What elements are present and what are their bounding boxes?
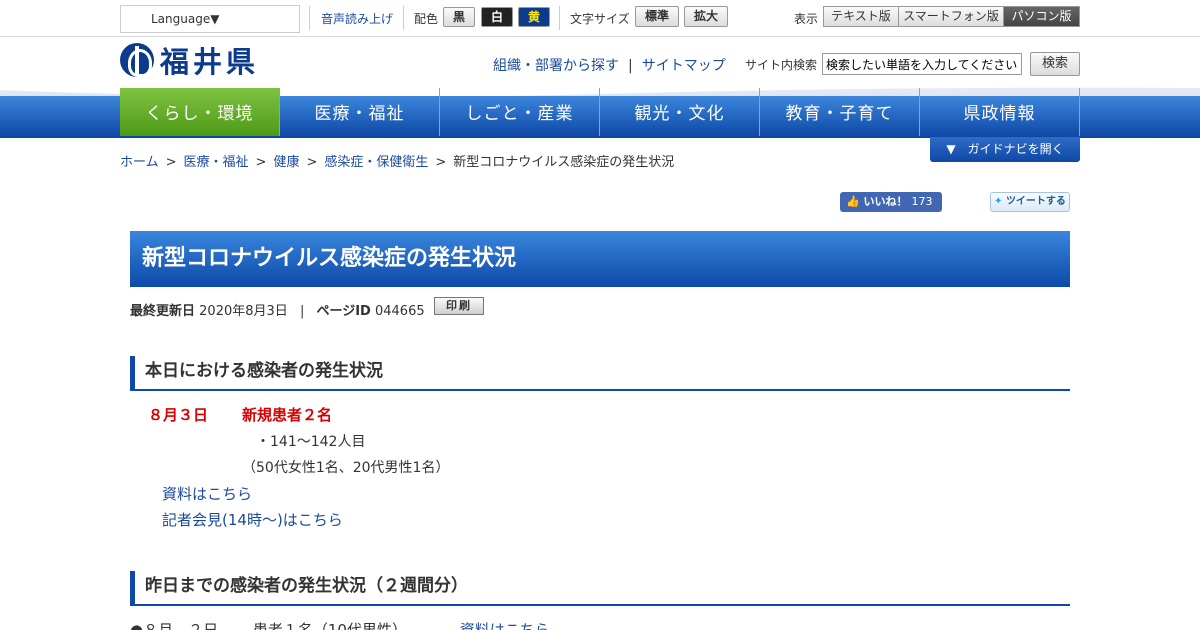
- breadcrumb-infection[interactable]: 感染症・保健衛生: [324, 155, 428, 170]
- tweet-button[interactable]: ✦ ツイートする: [990, 192, 1070, 212]
- font-size-standard-button[interactable]: 標準: [635, 6, 679, 27]
- section-heading-today: 本日における感染者の発生状況: [130, 356, 1070, 391]
- breadcrumb-health[interactable]: 健康: [273, 155, 299, 170]
- color-white-button[interactable]: 白: [481, 7, 513, 27]
- guide-navi-button[interactable]: ▼ ガイドナビを開く: [930, 137, 1080, 162]
- site-search-label: サイト内検索: [745, 58, 818, 72]
- prefecture-emblem-icon: [120, 43, 154, 77]
- site-logo[interactable]: 福井県: [120, 42, 260, 79]
- material-link[interactable]: 資料はこちら: [162, 483, 252, 504]
- section-heading-text: 本日における感染者の発生状況: [145, 361, 383, 381]
- case-detail: （50代女性1名、20代男性1名）: [242, 460, 450, 476]
- case-numbers: ・141～142人目: [256, 434, 366, 450]
- breadcrumb: ホーム > 医療・福祉 > 健康 > 感染症・保健衛生 > 新型コロナウイルス感染症の発生状況: [120, 151, 674, 170]
- new-cases: 新規患者２名: [242, 406, 333, 424]
- pc-version-button[interactable]: パソコン版: [1003, 6, 1080, 27]
- nav-item-living[interactable]: くらし・環境: [120, 88, 279, 136]
- page-title-banner: 新型コロナウイルス感染症の発生状況: [130, 231, 1070, 287]
- breadcrumb-health-welfare[interactable]: 医療・福祉: [184, 155, 249, 170]
- like-count: 173: [911, 195, 933, 208]
- breadcrumb-separator: >: [165, 155, 177, 170]
- tweet-label: ツイートする: [1005, 196, 1066, 207]
- text-version-button[interactable]: テキスト版: [823, 6, 899, 27]
- like-label: いいね！: [863, 195, 908, 208]
- page-id: 044665: [374, 304, 425, 319]
- section-heading-text: 昨日までの感染者の発生状況（２週間分）: [145, 576, 468, 596]
- divider: |: [628, 58, 633, 74]
- page-title: 新型コロナウイルス感染症の発生状況: [142, 246, 517, 271]
- font-size-large-button[interactable]: 拡大: [684, 6, 728, 27]
- press-conference-link[interactable]: 記者会見(14時～)はこちら: [162, 509, 343, 530]
- color-yellow-button[interactable]: 黄: [518, 7, 550, 27]
- smartphone-version-button[interactable]: スマートフォン版: [898, 6, 1004, 27]
- font-size-label: 文字サイズ: [570, 12, 630, 26]
- dept-search-link[interactable]: 組織・部署から探す: [493, 58, 619, 74]
- header-links: 組織・部署から探す | サイトマップ: [493, 55, 726, 75]
- breadcrumb-current: 新型コロナウイルス感染症の発生状況: [453, 155, 675, 170]
- nav-item-health[interactable]: 医療・福祉: [279, 88, 439, 136]
- breadcrumb-separator: >: [306, 155, 318, 170]
- nav-item-education[interactable]: 教育・子育て: [759, 88, 919, 136]
- divider: [559, 6, 560, 30]
- page-id-label: ページID: [316, 304, 371, 319]
- view-label: 表示: [794, 12, 819, 26]
- color-scheme-label: 配色: [414, 12, 439, 26]
- color-black-button[interactable]: 黒: [443, 7, 475, 27]
- updated-date: 2020年8月3日: [199, 304, 288, 319]
- facebook-like-button[interactable]: 👍 いいね！ 173: [840, 192, 942, 212]
- search-button[interactable]: 検索: [1030, 52, 1080, 76]
- row-case: 患者１名（10代男性）: [252, 621, 407, 630]
- page-meta: 最終更新日 2020年8月3日 | ページID 044665: [130, 300, 425, 319]
- section-heading-past: 昨日までの感染者の発生状況（２週間分）: [130, 571, 1070, 606]
- voice-readout-link[interactable]: 音声読み上げ: [321, 10, 393, 27]
- breadcrumb-separator: >: [255, 155, 267, 170]
- sitemap-link[interactable]: サイトマップ: [642, 58, 726, 74]
- utility-bar: Language▼ 音声読み上げ 配色 黒 白 黄 文字サイズ 標準 拡大 表示…: [0, 0, 1200, 37]
- list-item: ●８月 ２日 患者１名（10代男性） 資料はこちら: [130, 619, 550, 630]
- language-select[interactable]: Language▼: [120, 5, 300, 33]
- global-nav: くらし・環境 医療・福祉 しごと・産業 観光・文化 教育・子育て 県政情報: [120, 88, 1080, 136]
- logo-text: 福井県: [160, 45, 260, 79]
- breadcrumb-separator: >: [435, 155, 447, 170]
- divider: [403, 6, 404, 30]
- twitter-bird-icon: ✦: [994, 196, 1003, 207]
- row-date: ●８月 ２日: [130, 621, 219, 630]
- nav-item-tourism[interactable]: 観光・文化: [599, 88, 759, 136]
- case-date: ８月３日: [148, 406, 209, 424]
- divider: |: [299, 304, 305, 319]
- nav-item-work[interactable]: しごと・産業: [439, 88, 599, 136]
- row-material-link[interactable]: 資料はこちら: [460, 621, 550, 630]
- search-input[interactable]: [822, 53, 1022, 75]
- print-button[interactable]: 印刷: [434, 297, 484, 315]
- breadcrumb-home[interactable]: ホーム: [120, 155, 159, 170]
- nav-item-government[interactable]: 県政情報: [919, 88, 1080, 136]
- divider: [309, 6, 310, 30]
- updated-label: 最終更新日: [130, 304, 196, 319]
- thumbs-up-icon: 👍: [846, 195, 860, 208]
